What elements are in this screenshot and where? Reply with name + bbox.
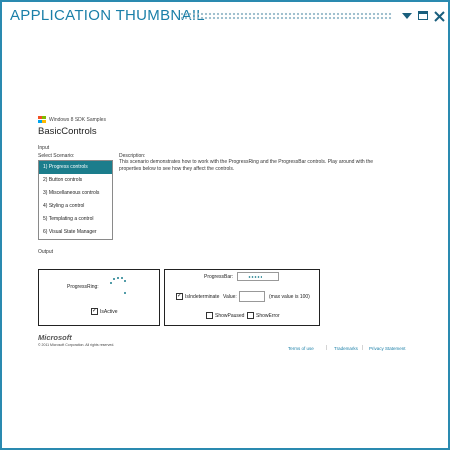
- title-bar[interactable]: APPLICATION THUMBNAIL: [2, 2, 448, 30]
- showerror-checkbox[interactable]: [247, 312, 254, 319]
- brand-text: Windows 8 SDK Samples: [49, 116, 106, 123]
- ring-dot: [124, 292, 126, 294]
- select-scenario-label: Select Scenario:: [38, 153, 75, 159]
- progress-bar-panel: ProgressBar: ✓ IsIndeterminate Value: (m…: [164, 269, 320, 326]
- window-title: APPLICATION THUMBNAIL: [10, 7, 205, 24]
- max-value-note: (max value is 100): [269, 294, 310, 300]
- maximize-button[interactable]: [416, 9, 430, 23]
- window-menu-button[interactable]: [400, 9, 414, 23]
- progress-bar-label: ProgressBar:: [204, 274, 234, 280]
- scenario-item-styling[interactable]: 4) Styling a control: [39, 200, 112, 213]
- output-section-label: Output: [38, 249, 54, 255]
- sdk-brand: Windows 8 SDK Samples: [38, 116, 106, 123]
- trademarks-link[interactable]: Trademarks: [334, 346, 358, 351]
- isindeterminate-label: IsIndeterminate: [185, 294, 220, 300]
- value-input[interactable]: [239, 291, 265, 302]
- isactive-checkbox[interactable]: ✓: [91, 308, 98, 315]
- app-title: BasicControls: [38, 126, 97, 137]
- windows-flag-icon: [38, 116, 46, 123]
- ring-dot: [110, 282, 112, 284]
- footer-separator: |: [326, 345, 328, 351]
- app-window: APPLICATION THUMBNAIL Windows 8 SDK Samp…: [0, 0, 450, 450]
- scenario-item-progress-controls[interactable]: 1) Progress controls: [39, 161, 112, 174]
- isactive-label: IsActive: [100, 309, 118, 315]
- title-grip: [180, 12, 392, 20]
- check-icon: ✓: [92, 308, 98, 314]
- ring-dot: [124, 280, 126, 282]
- scenario-item-button-controls[interactable]: 2) Button controls: [39, 174, 112, 187]
- input-section-label: Input: [38, 145, 50, 151]
- progress-bar-dots: [248, 276, 262, 278]
- ring-dot: [121, 277, 123, 279]
- maximize-icon: [418, 11, 428, 20]
- isindeterminate-checkbox[interactable]: ✓: [176, 293, 183, 300]
- copyright-text: © 2011 Microsoft Corporation. All rights…: [38, 343, 115, 347]
- description-text: This scenario demonstrates how to work w…: [119, 159, 374, 172]
- progress-ring-label: ProgressRing:: [67, 284, 99, 290]
- ring-dot: [117, 277, 119, 279]
- ring-dot: [113, 278, 115, 280]
- microsoft-logo: Microsoft: [38, 333, 72, 342]
- progress-ring-panel: ProgressRing: ✓ IsActive: [38, 269, 160, 326]
- scenario-listbox[interactable]: 1) Progress controls 2) Button controls …: [38, 160, 113, 240]
- showpaused-checkbox[interactable]: [206, 312, 213, 319]
- close-button[interactable]: [432, 9, 446, 23]
- scenario-item-templating[interactable]: 5) Templating a control: [39, 213, 112, 226]
- showpaused-label: ShowPaused: [215, 313, 245, 319]
- footer-separator: |: [362, 345, 364, 351]
- scenario-item-visual-state-manager[interactable]: 6) Visual State Manager: [39, 226, 112, 239]
- check-icon: ✓: [177, 293, 183, 299]
- scenario-item-misc-controls[interactable]: 3) Miscellaneous controls: [39, 187, 112, 200]
- privacy-statement-link[interactable]: Privacy Statement: [369, 346, 406, 351]
- dropdown-triangle-icon: [402, 13, 412, 19]
- progress-bar: [237, 272, 279, 281]
- progress-ring: [107, 276, 131, 300]
- close-icon: [433, 11, 445, 22]
- value-label: Value:: [223, 294, 237, 300]
- terms-of-use-link[interactable]: Terms of use: [288, 346, 314, 351]
- showerror-label: ShowError: [256, 313, 280, 319]
